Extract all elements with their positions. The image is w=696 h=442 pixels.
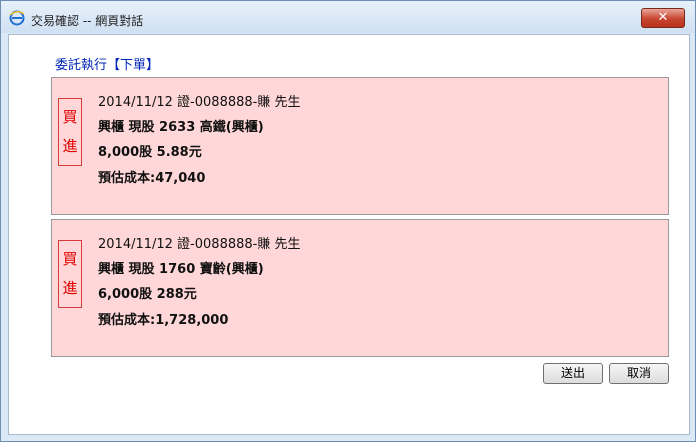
- title-bar[interactable]: 交易確認 -- 網頁對話 ✕: [1, 1, 695, 33]
- internet-explorer-icon: [9, 10, 25, 26]
- buy-stamp-char: 買: [62, 108, 78, 126]
- order-est-cost: 預估成本:1,728,000: [98, 313, 229, 328]
- close-button[interactable]: ✕: [641, 8, 685, 28]
- buy-stamp: 買 進: [58, 98, 82, 166]
- dialog-window: 交易確認 -- 網頁對話 ✕ 委託執行【下單】 買 進 2014/11/12 證…: [0, 0, 696, 442]
- order-est-cost: 預估成本:47,040: [98, 171, 206, 186]
- buy-stamp-char: 進: [62, 279, 78, 297]
- order-card: 買 進 2014/11/12 證-0088888-賺 先生 興櫃 現股 2633…: [51, 77, 669, 215]
- buy-stamp-char: 買: [62, 250, 78, 268]
- order-card: 買 進 2014/11/12 證-0088888-賺 先生 興櫃 現股 1760…: [51, 219, 669, 357]
- order-header: 2014/11/12 證-0088888-賺 先生: [98, 237, 301, 252]
- order-heading: 委託執行【下單】: [55, 58, 160, 73]
- order-header: 2014/11/12 證-0088888-賺 先生: [98, 95, 301, 110]
- dialog-content: 委託執行【下單】 買 進 2014/11/12 證-0088888-賺 先生 興…: [8, 34, 690, 435]
- window-title: 交易確認 -- 網頁對話: [31, 14, 144, 28]
- order-qty-price: 6,000股 288元: [98, 287, 197, 302]
- send-button[interactable]: 送出: [543, 363, 603, 384]
- buy-stamp-char: 進: [62, 137, 78, 155]
- order-detail: 興櫃 現股 1760 寶齡(興櫃): [98, 262, 264, 277]
- buy-stamp: 買 進: [58, 240, 82, 308]
- order-qty-price: 8,000股 5.88元: [98, 145, 202, 160]
- order-detail: 興櫃 現股 2633 高鐵(興櫃): [98, 120, 264, 135]
- cancel-button[interactable]: 取消: [609, 363, 669, 384]
